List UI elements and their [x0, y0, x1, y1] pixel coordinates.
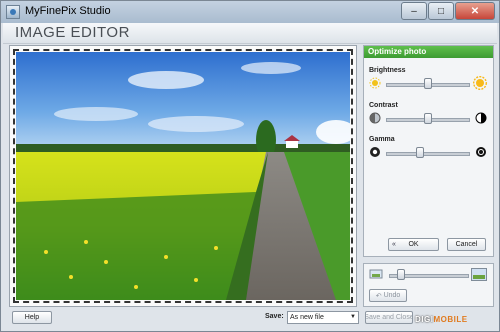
page-title: IMAGE EDITOR: [15, 24, 130, 41]
zoom-thumb[interactable]: [397, 269, 405, 280]
title-bar[interactable]: MyFinePix Studio – □ ✕: [1, 1, 499, 23]
undo-label: Undo: [383, 292, 401, 299]
brightness-slider[interactable]: [369, 76, 487, 91]
undo-button[interactable]: ↶ Undo: [369, 289, 407, 302]
watermark: DIGIMOBILE: [415, 315, 468, 324]
maximize-button[interactable]: □: [428, 2, 454, 20]
editor-header: IMAGE EDITOR: [3, 23, 497, 44]
save-mode-select[interactable]: As new file ▼: [287, 311, 359, 324]
gamma-track[interactable]: [386, 152, 470, 156]
landscape-photo: [16, 52, 350, 300]
small-image-icon: [369, 269, 383, 279]
gamma-high-icon: [476, 147, 486, 157]
brightness-label: Brightness: [369, 67, 406, 74]
watermark-part-b: MOBILE: [433, 315, 468, 324]
optimize-panel: Optimize photo Brightness Contrast Gamma: [363, 45, 494, 257]
brightness-thumb[interactable]: [424, 78, 432, 89]
save-label: Save:: [265, 313, 284, 320]
contrast-low-icon: [369, 112, 381, 124]
sun-bright-icon: [473, 76, 487, 90]
cancel-button[interactable]: Cancel: [447, 238, 486, 251]
panel-title: Optimize photo: [364, 46, 493, 58]
contrast-high-icon: [475, 112, 487, 124]
gamma-low-icon: [370, 147, 380, 157]
zoom-panel: ↶ Undo: [363, 263, 494, 307]
image-canvas[interactable]: [9, 45, 357, 307]
contrast-label: Contrast: [369, 102, 398, 109]
gamma-label: Gamma: [369, 136, 395, 143]
contrast-thumb[interactable]: [424, 113, 432, 124]
app-logo-icon: [6, 5, 20, 19]
ok-label: OK: [408, 241, 419, 248]
watermark-part-a: DIGI: [415, 315, 434, 324]
sun-dim-icon: [369, 77, 381, 89]
double-chevron-left-icon: «: [392, 241, 396, 248]
contrast-slider[interactable]: [369, 112, 487, 126]
window-controls: – □ ✕: [401, 2, 495, 20]
close-button[interactable]: ✕: [455, 2, 495, 20]
app-window: MyFinePix Studio – □ ✕ IMAGE EDITOR Opti…: [0, 0, 500, 332]
zoom-slider[interactable]: [369, 268, 487, 282]
gamma-slider[interactable]: [369, 146, 487, 160]
chevron-down-icon: ▼: [350, 314, 356, 320]
photo-image: [16, 52, 350, 300]
undo-icon: ↶: [375, 292, 382, 300]
gamma-thumb[interactable]: [415, 147, 424, 158]
help-button[interactable]: Help: [12, 311, 52, 324]
window-title: MyFinePix Studio: [25, 5, 111, 17]
save-mode-value: As new file: [290, 314, 324, 321]
large-image-icon: [471, 268, 487, 281]
ok-button[interactable]: « OK: [388, 238, 439, 251]
minimize-button[interactable]: –: [401, 2, 427, 20]
footer-bar: Help Save: As new file ▼ Save and Close …: [3, 309, 497, 331]
save-and-close-button[interactable]: Save and Close: [365, 311, 413, 324]
